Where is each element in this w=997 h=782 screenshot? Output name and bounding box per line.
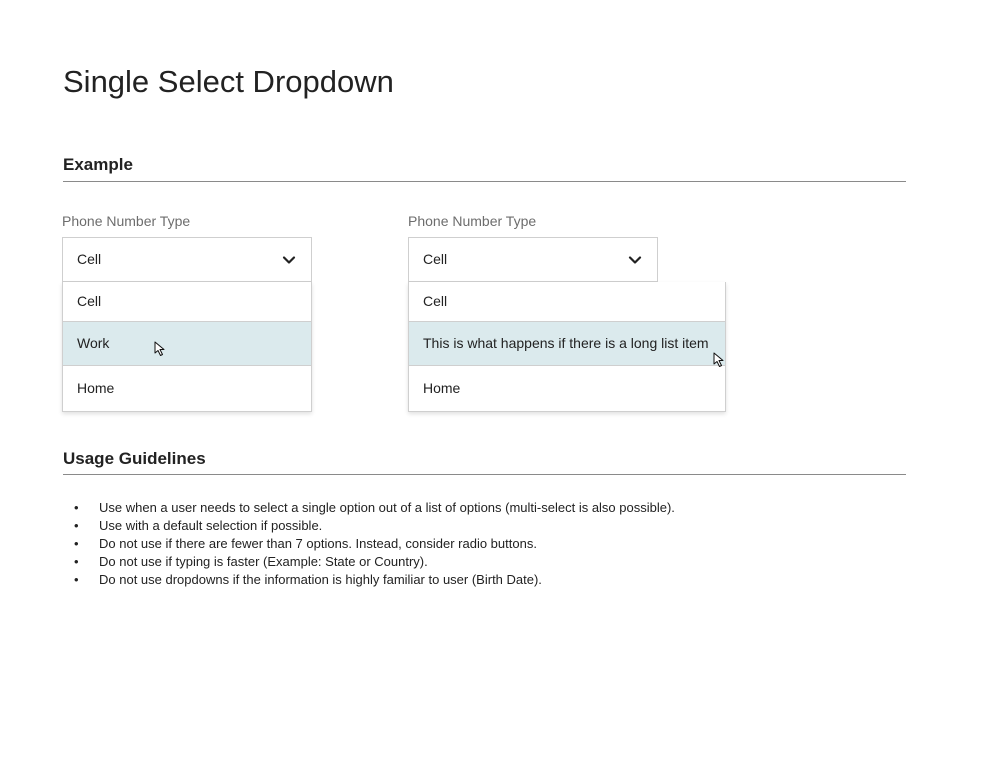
bullet-icon: • [74, 518, 79, 533]
option-label: This is what happens if there is a long … [423, 335, 709, 351]
example-heading: Example [63, 155, 133, 174]
list-item: • Do not use if typing is faster (Exampl… [63, 553, 675, 571]
bullet-icon: • [74, 554, 79, 569]
list-item: • Do not use dropdowns if the informatio… [63, 571, 675, 589]
phone-number-type-select[interactable]: Cell [408, 237, 658, 282]
guideline-text: Use with a default selection if possible… [99, 518, 323, 533]
chevron-down-icon[interactable] [282, 253, 296, 267]
option-label: Cell [77, 293, 102, 309]
list-item: • Do not use if there are fewer than 7 o… [63, 535, 675, 553]
dropdown-option-home[interactable]: Home [63, 365, 311, 411]
guideline-text: Do not use dropdowns if the information … [99, 572, 542, 587]
dropdown-option-cell[interactable]: Cell [409, 282, 725, 321]
option-label: Home [77, 380, 115, 396]
guideline-text: Do not use if typing is faster (Example:… [99, 554, 428, 569]
dropdown-menu: Cell Work Home [62, 282, 312, 412]
bullet-icon: • [74, 572, 79, 587]
field-label: Phone Number Type [62, 213, 191, 229]
chevron-down-icon[interactable] [628, 253, 642, 267]
usage-guidelines-list: • Use when a user needs to select a sing… [63, 499, 675, 589]
example-divider [63, 181, 906, 182]
bullet-icon: • [74, 536, 79, 551]
select-value: Cell [423, 251, 448, 267]
bullet-icon: • [74, 500, 79, 515]
dropdown-option-work[interactable]: Work [63, 321, 311, 365]
dropdown-option-cell[interactable]: Cell [63, 282, 311, 321]
dropdown-option-long-item[interactable]: This is what happens if there is a long … [409, 321, 725, 365]
field-label: Phone Number Type [408, 213, 537, 229]
list-item: • Use when a user needs to select a sing… [63, 499, 675, 517]
option-label: Home [423, 380, 461, 396]
guideline-text: Use when a user needs to select a single… [99, 500, 675, 515]
list-item: • Use with a default selection if possib… [63, 517, 675, 535]
dropdown-menu: Cell This is what happens if there is a … [408, 282, 726, 412]
guideline-text: Do not use if there are fewer than 7 opt… [99, 536, 537, 551]
usage-divider [63, 474, 906, 475]
option-label: Work [77, 335, 110, 351]
usage-guidelines-heading: Usage Guidelines [63, 449, 206, 468]
page-title: Single Select Dropdown [63, 64, 394, 99]
option-label: Cell [423, 293, 448, 309]
dropdown-option-home[interactable]: Home [409, 365, 725, 411]
phone-number-type-select[interactable]: Cell [62, 237, 312, 282]
select-value: Cell [77, 251, 102, 267]
